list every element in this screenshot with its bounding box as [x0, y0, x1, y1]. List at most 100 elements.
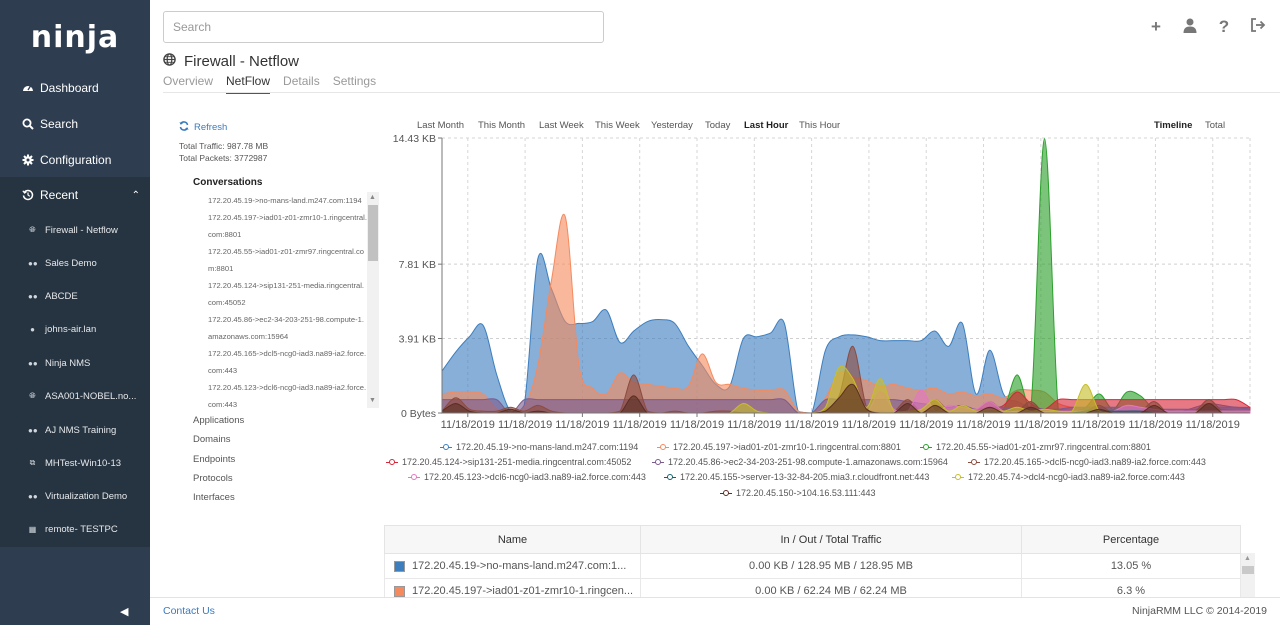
ninja-logo[interactable]: ninja — [0, 20, 150, 55]
globe-icon — [163, 53, 176, 70]
legend-label: 172.20.45.197->iad01-z01-zmr10-1.ringcen… — [673, 442, 901, 452]
conversation-item[interactable]: 172.20.45.197->iad01-z01-zmr10-1.ringcen… — [193, 209, 379, 243]
column-header-percentage[interactable]: Percentage — [1021, 525, 1241, 554]
table-scrollbar-thumb[interactable] — [1242, 566, 1254, 574]
table-header-row: Name In / Out / Total Traffic Percentage — [384, 525, 1241, 554]
page-tabs: Overview NetFlow Details Settings — [163, 74, 376, 94]
row-name: 172.20.45.19->no-mans-land.m247.com:1... — [412, 560, 627, 572]
help-icon[interactable]: ? — [1214, 17, 1234, 37]
legend-item[interactable]: 172.20.45.155->server-13-32-84-205.mia3.… — [664, 472, 929, 482]
conversations-scrollbar-thumb[interactable] — [368, 205, 378, 261]
recent-item[interactable]: ●● Ninja NMS — [28, 355, 90, 371]
column-header-name[interactable]: Name — [384, 525, 641, 554]
x-tick-label: 11/18/2019 — [842, 419, 896, 431]
x-tick-label: 11/18/2019 — [727, 419, 781, 431]
conversation-item[interactable]: 172.20.45.55->iad01-z01-zmr97.ringcentra… — [193, 243, 379, 277]
legend-label: 172.20.45.165->dcl5-ncg0-iad3.na89-ia2.f… — [984, 457, 1206, 467]
category-endpoints[interactable]: Endpoints — [193, 454, 235, 465]
legend-item[interactable]: 172.20.45.55->iad01-z01-zmr97.ringcentra… — [920, 442, 1151, 452]
legend-item[interactable]: 172.20.45.74->dcl4-ncg0-iad3.na89-ia2.fo… — [952, 472, 1185, 482]
nav-label: Configuration — [40, 153, 112, 167]
category-interfaces[interactable]: Interfaces — [193, 492, 235, 503]
nav-dashboard[interactable]: Dashboard — [22, 78, 99, 98]
x-tick-label: 11/18/2019 — [613, 419, 667, 431]
refresh-button[interactable]: Refresh — [179, 121, 227, 134]
table-row[interactable]: 172.20.45.19->no-mans-land.m247.com:1...… — [384, 553, 1241, 579]
recent-item-label: ASA001-NOBEL.no... — [45, 390, 137, 402]
x-tick-label: 11/18/2019 — [784, 419, 838, 431]
globe-icon: 🌐︎ — [29, 225, 36, 234]
category-domains[interactable]: Domains — [193, 434, 231, 445]
recent-item-label: Sales Demo — [45, 257, 97, 269]
scroll-up-icon[interactable]: ▲ — [369, 194, 376, 201]
x-tick-label: 11/18/2019 — [899, 419, 953, 431]
scroll-up-icon[interactable]: ▲ — [1244, 555, 1251, 562]
y-tick-label: 7.81 KB — [399, 259, 436, 271]
recent-item[interactable]: 🌐︎ Firewall - Netflow — [28, 222, 118, 238]
legend-item[interactable]: 172.20.45.124->sip131-251-media.ringcent… — [386, 457, 631, 467]
category-applications[interactable]: Applications — [193, 415, 244, 426]
x-tick-label: 11/18/2019 — [956, 419, 1010, 431]
tab-settings[interactable]: Settings — [333, 74, 376, 94]
contact-us-link[interactable]: Contact Us — [163, 605, 215, 617]
legend-item[interactable]: 172.20.45.150->104.16.53.111:443 — [720, 488, 876, 498]
legend-item[interactable]: 172.20.45.123->dcl6-ncg0-iad3.na89-ia2.f… — [408, 472, 646, 482]
series-color-swatch[interactable] — [394, 560, 405, 572]
legend-item[interactable]: 172.20.45.197->iad01-z01-zmr10-1.ringcen… — [657, 442, 901, 452]
search-input[interactable] — [163, 11, 604, 43]
search-icon — [22, 118, 34, 130]
legend-symbol-icon — [952, 473, 964, 481]
scroll-down-icon[interactable]: ▼ — [369, 397, 376, 404]
legend-item[interactable]: 172.20.45.19->no-mans-land.m247.com:1194 — [440, 442, 638, 452]
recent-item[interactable]: ▦ remote- TESTPC — [28, 521, 118, 537]
refresh-icon — [179, 121, 189, 134]
user-icon[interactable] — [1180, 17, 1200, 37]
tab-netflow[interactable]: NetFlow — [226, 74, 271, 94]
refresh-label: Refresh — [194, 122, 228, 133]
legend-symbol-icon — [440, 443, 452, 451]
gear-icon — [22, 154, 34, 166]
recent-item[interactable]: ●● Sales Demo — [28, 255, 97, 271]
recent-item[interactable]: ●● ABCDE — [28, 288, 78, 304]
collapse-sidebar-icon[interactable]: ◀ — [120, 605, 130, 618]
series-color-swatch[interactable] — [394, 585, 405, 597]
conversation-item[interactable]: 172.20.45.165->dcl5-ncg0-iad3.na89-ia2.f… — [193, 345, 379, 379]
recent-item[interactable]: 🌐︎ ASA001-NOBEL.no... — [28, 388, 136, 404]
legend-symbol-icon — [386, 458, 398, 466]
category-protocols[interactable]: Protocols — [193, 473, 233, 484]
recent-item-label: Ninja NMS — [45, 357, 91, 369]
conversation-item[interactable]: 172.20.45.19->no-mans-land.m247.com:1194 — [193, 192, 379, 209]
recent-item[interactable]: ⧉ MHTest-Win10-13 — [28, 455, 121, 471]
add-icon[interactable]: + — [1146, 17, 1166, 37]
legend-symbol-icon — [664, 473, 676, 481]
recent-item[interactable]: ●● Virtualization Demo — [28, 488, 127, 504]
column-header-traffic[interactable]: In / Out / Total Traffic — [640, 525, 1022, 554]
copyright-text: NinjaRMM LLC © 2014-2019 — [1132, 605, 1267, 617]
recent-item-label: remote- TESTPC — [45, 523, 118, 535]
users-icon: ●● — [28, 491, 38, 501]
recent-toggle[interactable]: Recent ⌃ — [22, 185, 140, 205]
windows-icon: ▦ — [28, 524, 37, 534]
page-title-text: Firewall - Netflow — [184, 53, 300, 70]
nav-configuration[interactable]: Configuration — [22, 150, 111, 170]
tab-overview[interactable]: Overview — [163, 74, 213, 94]
conversation-item[interactable]: 172.20.45.124->sip131-251-media.ringcent… — [193, 277, 379, 311]
recent-item[interactable]: ●● AJ NMS Training — [28, 422, 116, 438]
conversation-item[interactable]: 172.20.45.86->ec2-34-203-251-98.compute-… — [193, 311, 379, 345]
legend-label: 172.20.45.123->dcl6-ncg0-iad3.na89-ia2.f… — [424, 472, 646, 482]
tab-details[interactable]: Details — [283, 74, 320, 94]
nav-search[interactable]: Search — [22, 114, 78, 134]
users-icon: ●● — [28, 258, 38, 268]
conversations-heading[interactable]: Conversations — [193, 177, 262, 188]
legend-label: 172.20.45.155->server-13-32-84-205.mia3.… — [680, 472, 930, 482]
legend-symbol-icon — [720, 489, 732, 497]
footer — [150, 597, 1280, 625]
logout-icon[interactable] — [1248, 17, 1268, 37]
recent-item[interactable]: ● johns-air.lan — [28, 321, 96, 337]
legend-item[interactable]: 172.20.45.165->dcl5-ncg0-iad3.na89-ia2.f… — [968, 457, 1206, 467]
conversation-item[interactable]: 172.20.45.123->dcl6-ncg0-iad3.na89-ia2.f… — [193, 379, 379, 408]
x-tick-label: 11/18/2019 — [670, 419, 724, 431]
row-percentage: 13.05 % — [1021, 553, 1241, 579]
legend-item[interactable]: 172.20.45.86->ec2-34-203-251-98.compute-… — [652, 457, 948, 467]
legend-label: 172.20.45.86->ec2-34-203-251-98.compute-… — [668, 457, 948, 467]
